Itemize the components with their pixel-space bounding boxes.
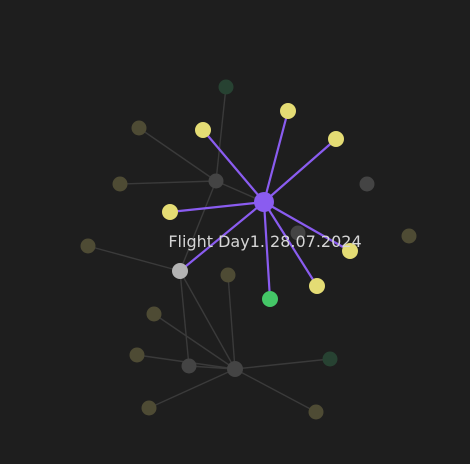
graph-node[interactable] (208, 173, 224, 189)
edge (148, 368, 236, 409)
linked-node[interactable] (195, 122, 211, 138)
linked-node[interactable] (328, 131, 344, 147)
edge-active (169, 200, 265, 214)
edge-active (262, 110, 290, 203)
edge-active (263, 138, 337, 203)
node-label: Flight Day1. 28.07.2024 (168, 232, 361, 251)
linked-node[interactable] (280, 103, 296, 119)
graph-node[interactable] (401, 228, 417, 244)
edge (227, 274, 236, 370)
graph-view[interactable]: Flight Day1. 28.07.2024 (0, 0, 470, 464)
graph-node[interactable] (322, 351, 338, 367)
graph-node[interactable] (359, 176, 375, 192)
graph-node[interactable] (181, 358, 197, 374)
graph-node[interactable] (129, 347, 145, 363)
graph-node[interactable] (220, 267, 236, 283)
graph-node[interactable] (308, 404, 324, 420)
linked-node[interactable] (262, 291, 278, 307)
edge (234, 358, 331, 370)
graph-node[interactable] (146, 306, 162, 322)
linked-node[interactable] (162, 204, 178, 220)
edge (87, 245, 181, 272)
linked-node[interactable] (172, 263, 188, 279)
linked-node[interactable] (309, 278, 325, 294)
edge (119, 180, 217, 185)
graph-node[interactable] (131, 120, 147, 136)
graph-node[interactable] (141, 400, 157, 416)
edge (234, 368, 317, 413)
graph-node[interactable] (80, 238, 96, 254)
graph-node[interactable] (227, 361, 243, 377)
edge (153, 313, 236, 370)
edge (215, 86, 227, 182)
graph-node[interactable] (112, 176, 128, 192)
graph-node[interactable] (218, 79, 234, 95)
focused-node[interactable] (254, 192, 274, 212)
